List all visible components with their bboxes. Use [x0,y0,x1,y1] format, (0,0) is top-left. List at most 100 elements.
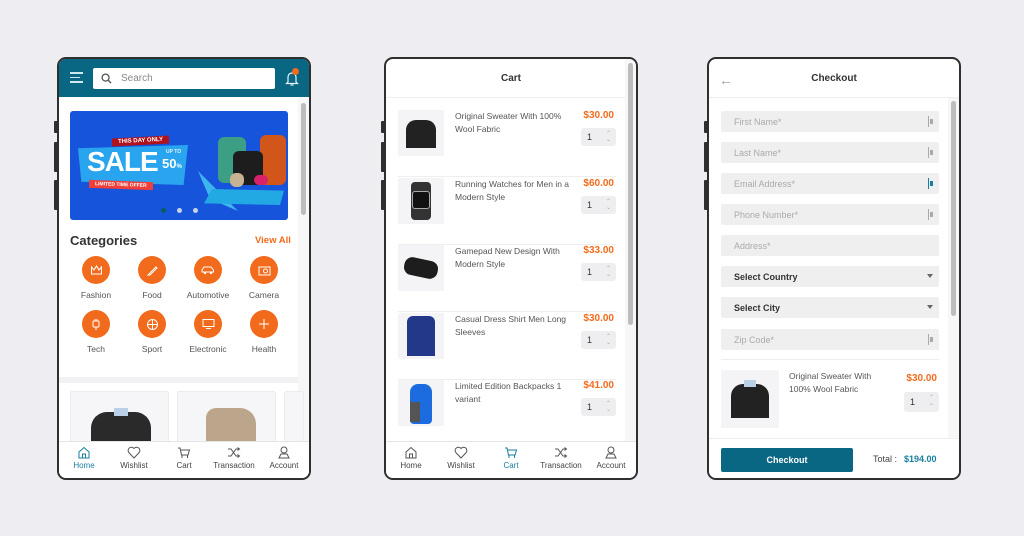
item-price: $41.00 [583,380,614,391]
checkout-button[interactable]: Checkout [721,448,853,472]
stepper-arrows-icon[interactable]: ⌃ ⌄ [606,334,611,346]
nav-transaction[interactable]: Transaction [536,442,586,478]
quantity-stepper[interactable]: 1 ⌃ ⌄ [581,196,616,214]
collar-image [114,408,128,416]
quantity-stepper[interactable]: 1 ⌃ ⌄ [581,263,616,281]
nav-wishlist[interactable]: Wishlist [109,442,159,478]
product-image-sweater [398,110,444,156]
nav-home[interactable]: Home [386,442,436,478]
nav-wishlist[interactable]: Wishlist [436,442,486,478]
carousel-dot[interactable] [176,208,182,213]
banner-discount: 50% [162,156,182,171]
category-label: Food [142,290,162,300]
address-field[interactable]: Address* [721,235,939,256]
plug-icon [92,318,100,330]
item-name: Running Watches for Men in a Modern Styl… [455,179,570,202]
email-field[interactable]: Email Address* [721,173,939,194]
nav-label: Transaction [213,461,255,470]
item-price: $30.00 [583,110,614,121]
checkout-item: Original Sweater With 100% Wool Fabric $… [721,359,939,439]
banner-subtitle: LIMITED TIME OFFER [88,179,153,191]
nav-home[interactable]: Home [59,442,109,478]
chevron-down-icon [927,274,933,278]
search-input[interactable]: Search [93,68,275,89]
autofill-icon[interactable] [928,209,934,220]
category-tech[interactable]: Tech [68,310,124,354]
category-label: Tech [87,344,105,354]
item-price: $33.00 [583,245,614,256]
cart-item[interactable]: Casual Dress Shirt Men Long Sleeves $30.… [398,313,616,380]
stepper-arrows-icon[interactable]: ⌃ ⌄ [606,199,611,211]
banner-shoe-image [230,173,244,187]
carousel-dot[interactable] [160,208,166,213]
user-icon [278,446,290,459]
category-food[interactable]: Food [124,256,180,300]
carousel-dot[interactable] [192,208,198,213]
stepper-arrows-icon[interactable]: ⌃ ⌄ [606,266,611,278]
last-name-field[interactable]: Last Name* [721,142,939,163]
field-placeholder: Email Address* [734,178,796,189]
promo-banner[interactable]: THIS DAY ONLY SALE UP TO 50% LIMITED TIM… [70,111,288,220]
quantity-stepper[interactable]: 1 ⌃ ⌄ [904,392,939,412]
home-icon [78,446,90,459]
autofill-icon[interactable] [928,178,934,189]
back-arrow-icon[interactable]: ← [719,72,733,88]
first-name-field[interactable]: First Name* [721,111,939,132]
nav-transaction[interactable]: Transaction [209,442,259,478]
nav-account[interactable]: Account [586,442,636,478]
banner-decoration [204,189,284,205]
phone-field[interactable]: Phone Number* [721,204,939,225]
car-icon [201,266,214,275]
crown-icon [90,265,102,275]
checkout-footer: Checkout Total : $194.00 [709,438,959,478]
category-electronic[interactable]: Electronic [180,310,236,354]
quantity-value: 1 [587,132,593,142]
scrollbar-thumb[interactable] [951,101,956,316]
nav-label: Account [596,461,626,470]
autofill-icon[interactable] [928,147,934,158]
category-health[interactable]: Health [236,310,292,354]
nav-cart[interactable]: Cart [486,442,536,478]
category-camera[interactable]: Camera [236,256,292,300]
item-name: Original Sweater With 100% Wool Fabric [789,371,872,394]
category-automotive[interactable]: Automotive [180,256,236,300]
quantity-value: 1 [587,200,593,210]
city-select[interactable]: Select City [721,297,939,318]
category-label: Automotive [186,290,230,300]
nav-label: Cart [503,461,519,470]
field-placeholder: Address* [734,240,771,251]
nav-account[interactable]: Account [259,442,309,478]
cart-item[interactable]: Gamepad New Design With Modern Style $33… [398,245,616,312]
quantity-stepper[interactable]: 1 ⌃ ⌄ [581,128,616,146]
cart-item[interactable]: Running Watches for Men in a Modern Styl… [398,178,616,245]
zip-code-field[interactable]: Zip Code* [721,329,939,350]
autofill-icon[interactable] [928,116,934,127]
scrollbar-thumb[interactable] [301,103,306,215]
cart-item[interactable]: Limited Edition Backpacks 1 variant $41.… [398,380,616,447]
menu-icon[interactable] [70,72,83,83]
product-image-shirt [398,313,444,359]
select-value: Select City [734,302,781,313]
nav-cart[interactable]: Cart [159,442,209,478]
country-select[interactable]: Select Country [721,266,939,287]
category-label: Electronic [189,344,227,354]
user-icon [605,446,617,459]
cart-item[interactable]: Original Sweater With 100% Wool Fabric $… [398,110,616,177]
item-name: Gamepad New Design With Modern Style [455,246,560,269]
category-fashion[interactable]: Fashion [68,256,124,300]
product-image-gamepad [398,245,444,291]
cart-icon [505,447,518,458]
stepper-arrows-icon[interactable]: ⌃ ⌄ [929,395,934,407]
item-price: $60.00 [583,178,614,189]
quantity-stepper[interactable]: 1 ⌃ ⌄ [581,398,616,416]
field-placeholder: First Name* [734,116,782,127]
scrollbar-thumb[interactable] [628,63,633,325]
autofill-icon[interactable] [928,334,934,345]
stepper-arrows-icon[interactable]: ⌃ ⌄ [606,401,611,413]
home-screen: Search THIS DAY ONLY SALE UP TO 50% LIMI… [57,57,311,480]
category-sport[interactable]: Sport [124,310,180,354]
stepper-arrows-icon[interactable]: ⌃ ⌄ [606,131,611,143]
cart-title: Cart [386,59,636,98]
view-all-link[interactable]: View All [255,235,291,246]
quantity-stepper[interactable]: 1 ⌃ ⌄ [581,331,616,349]
